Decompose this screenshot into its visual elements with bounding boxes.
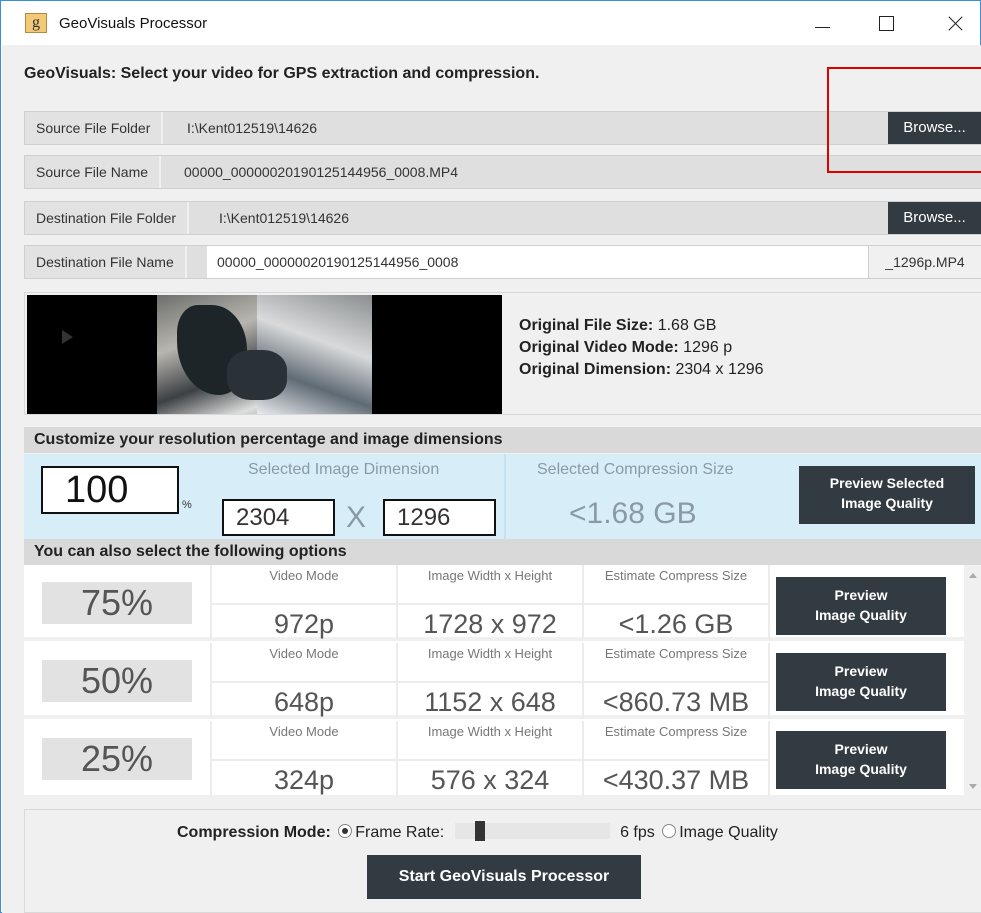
options-list: 75% Video Mode 972p Image Width x Height 1… [24,565,981,797]
original-mode-label: Original Video Mode: [519,339,679,356]
dimension-separator: X [346,501,367,534]
video-info-panel: Original File Size: 1.68 GB Original Vid… [24,292,981,415]
destination-folder-value: I:\Kent012519\14626 [219,210,350,226]
scroll-down-icon[interactable] [969,784,977,789]
close-button[interactable] [931,7,977,39]
dimension-header: Image Width x Height [427,646,553,661]
source-name-label: Source File Name [25,156,162,188]
frame-rate-label: Frame Rate: [355,824,445,841]
percent-sign: % [182,499,192,511]
selected-compression-header: Selected Compression Size [537,461,734,478]
destination-name-row: Destination File Name 00000_000000201901… [24,245,981,279]
option-dimension: 1728 x 972 [398,603,582,641]
original-info: Original File Size: 1.68 GB Original Vid… [519,315,764,381]
width-input[interactable]: 2304 [222,499,335,536]
main-panel: GeoVisuals: Select your video for GPS ex… [2,45,981,913]
customize-panel: 100 % Selected Image Dimension 2304 X 12… [24,454,981,550]
option-dimension: 1152 x 648 [398,681,582,719]
video-thumbnail [157,295,372,414]
frame-rate-slider[interactable] [454,821,610,841]
option-video-mode: 648p [212,681,396,719]
compression-panel: Compression Mode: Frame Rate: 6 fps Imag… [24,809,981,913]
fps-value: 6 fps [620,824,655,841]
source-folder-value: I:\Kent012519\14626 [187,120,318,136]
preview-line2: Image Quality [815,683,907,699]
destination-folder-label: Destination File Folder [25,202,190,234]
option-compress-size: <430.37 MB [584,759,768,797]
preview-line2: Image Quality [815,607,907,623]
selected-dimension-header: Selected Image Dimension [248,461,440,478]
maximize-button[interactable] [861,7,907,39]
source-folder-label: Source File Folder [25,112,164,144]
app-logo-icon: g [25,13,47,33]
preview-selected-line2: Image Quality [841,495,933,511]
destination-browse-button[interactable]: Browse... [888,202,981,234]
option-row[interactable]: 25% Video Mode 324p Image Width x Height 5… [24,721,981,797]
option-dimension: 576 x 324 [398,759,582,797]
preview-quality-button[interactable]: Preview Image Quality [776,731,946,789]
play-icon[interactable] [62,330,73,344]
preview-quality-button[interactable]: Preview Image Quality [776,577,946,635]
compression-mode-row: Compression Mode: Frame Rate: 6 fps Imag… [177,821,778,842]
start-processor-button[interactable]: Start GeoVisuals Processor [367,855,641,899]
dimension-header: Image Width x Height [427,724,553,739]
preview-selected-line1: Preview Selected [829,475,945,491]
option-compress-size: <860.73 MB [584,681,768,719]
preview-line1: Preview [834,741,888,757]
video-preview[interactable] [27,295,502,414]
compression-mode-label: Compression Mode: [177,824,331,841]
option-video-mode: 324p [212,759,396,797]
compress-size-header: Estimate Compress Size [604,568,748,583]
option-percent: 50% [42,660,192,702]
destination-suffix: _1296p.MP4 [868,246,981,278]
image-quality-label: Image Quality [679,824,778,841]
preview-line1: Preview [834,587,888,603]
destination-name-label: Destination File Name [25,246,187,278]
frame-rate-radio[interactable] [338,824,353,838]
selected-compression-value: <1.68 GB [569,497,697,530]
destination-name-input[interactable]: 00000_00000020190125144956_0008 [207,246,869,278]
source-name-value: 00000_00000020190125144956_0008.MP4 [184,164,459,180]
highlight-box [827,67,981,173]
options-section-title: You can also select the following option… [24,539,981,565]
preview-quality-button[interactable]: Preview Image Quality [776,653,946,711]
scroll-up-icon[interactable] [969,573,977,578]
compress-size-header: Estimate Compress Size [604,646,748,661]
original-size-label: Original File Size: [519,317,654,334]
percent-input[interactable]: 100 [41,466,179,514]
height-input[interactable]: 1296 [383,499,496,536]
page-heading: GeoVisuals: Select your video for GPS ex… [24,65,540,82]
original-size-value: 1.68 GB [657,317,717,334]
original-dimension-label: Original Dimension: [519,361,672,378]
option-video-mode: 972p [212,603,396,641]
customize-section-title: Customize your resolution percentage and… [24,427,981,453]
preview-line1: Preview [834,663,888,679]
preview-selected-button[interactable]: Preview Selected Image Quality [799,466,975,524]
video-mode-header: Video Mode [269,646,339,661]
window-title: GeoVisuals Processor [59,15,208,32]
option-percent: 75% [42,582,192,624]
app-window: g GeoVisuals Processor GeoVisuals: Selec… [0,0,981,913]
option-percent: 25% [42,738,192,780]
options-scrollbar[interactable] [964,565,981,795]
image-quality-radio[interactable] [662,824,677,838]
option-row[interactable]: 50% Video Mode 648p Image Width x Height 1… [24,643,981,719]
title-bar: g GeoVisuals Processor [1,1,980,45]
preview-line2: Image Quality [815,761,907,777]
dimension-header: Image Width x Height [427,568,553,583]
minimize-button[interactable] [797,7,843,39]
option-compress-size: <1.26 GB [584,603,768,641]
slider-thumb[interactable] [474,821,485,841]
video-mode-header: Video Mode [269,724,339,739]
compress-size-header: Estimate Compress Size [604,724,748,739]
video-mode-header: Video Mode [269,568,339,583]
original-mode-value: 1296 p [683,339,733,356]
original-dimension-value: 2304 x 1296 [675,361,764,378]
option-row[interactable]: 75% Video Mode 972p Image Width x Height 1… [24,565,981,641]
destination-folder-row: Destination File Folder I:\Kent012519\14… [24,201,981,235]
